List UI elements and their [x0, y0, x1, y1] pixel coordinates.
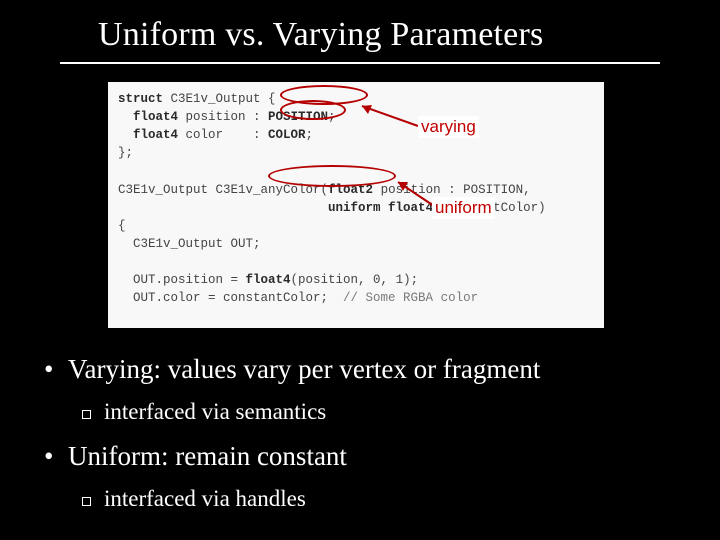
code-comment: // Some RGBA color: [343, 291, 478, 305]
slide-title: Uniform vs. Varying Parameters: [98, 16, 543, 54]
code-text: OUT.position =: [118, 273, 246, 287]
code-text: (position, 0, 1);: [291, 273, 419, 287]
code-text: ;: [306, 128, 314, 142]
code-text: [118, 201, 328, 215]
bullet-varying: Varying: values vary per vertex or fragm…: [38, 354, 682, 385]
code-text: };: [118, 146, 133, 160]
code-text: C3E1v_Output OUT;: [118, 237, 261, 251]
label-varying: varying: [418, 116, 479, 138]
ellipse-uniform: [268, 165, 396, 187]
code-kw: struct: [118, 92, 163, 106]
code-text: OUT.color = constantColor;: [118, 291, 343, 305]
bullet-uniform: Uniform: remain constant: [38, 441, 682, 472]
label-uniform: uniform: [432, 197, 495, 219]
code-kw: float4: [246, 273, 291, 287]
subbullet-varying: interfaced via semantics: [38, 399, 682, 425]
subbullet-uniform: interfaced via handles: [38, 486, 682, 512]
code-text: {: [118, 219, 126, 233]
title-underline: [60, 62, 660, 64]
code-kw: float4: [118, 110, 178, 124]
arrow-varying: [346, 90, 426, 136]
code-text: position :: [178, 110, 268, 124]
code-text: color :: [178, 128, 268, 142]
bullet-list: Varying: values vary per vertex or fragm…: [38, 354, 682, 528]
code-text: C3E1v_Output {: [163, 92, 276, 106]
ellipse-color: [280, 100, 346, 120]
code-kw: COLOR: [268, 128, 306, 142]
code-kw: float4: [118, 128, 178, 142]
